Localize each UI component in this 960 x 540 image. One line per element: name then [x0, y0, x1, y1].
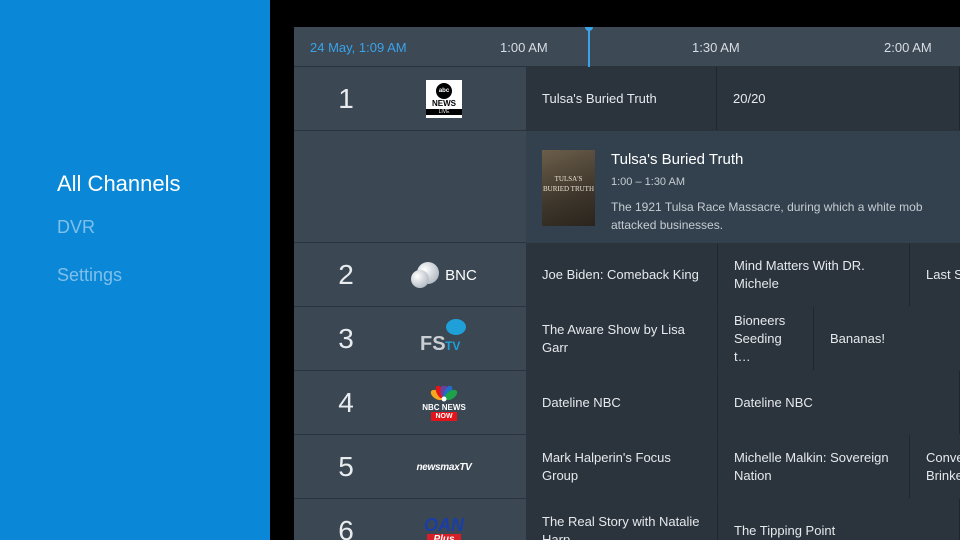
nbc-news-now-logo: NBC NEWS NOW	[416, 381, 472, 425]
program-cell[interactable]: The Real Story with Natalie Harp	[526, 499, 718, 540]
detail-description: The 1921 Tulsa Race Massacre, during whi…	[611, 200, 923, 232]
program-cell[interactable]: Mind Matters With DR. Michele	[718, 243, 910, 306]
current-date-time: 24 May, 1:09 AM	[310, 40, 407, 55]
program-detail-row: TULSA'S BURIED TRUTH Tulsa's Buried Trut…	[294, 131, 960, 243]
program-title: The Aware Show by Lisa Garr	[542, 321, 685, 355]
program-list: Dateline NBC Dateline NBC	[526, 371, 960, 434]
program-detail[interactable]: TULSA'S BURIED TRUTH Tulsa's Buried Trut…	[526, 131, 960, 243]
program-cell[interactable]: Dateline NBC	[718, 371, 960, 434]
time-slot-label: 1:30 AM	[692, 40, 740, 55]
program-cell[interactable]: Bananas!	[814, 307, 960, 370]
channel-row: 2 BNC Joe Biden: Comeback King Mind Matt…	[294, 243, 960, 307]
channel-number: 5	[338, 451, 354, 482]
program-title: The Real Story with Natalie Harp	[542, 513, 700, 540]
program-cell[interactable]: Joe Biden: Comeback King	[526, 243, 718, 306]
program-cell[interactable]: Michelle Malkin: Sovereign Nation	[718, 435, 910, 498]
channel-number: 6	[338, 515, 354, 540]
current-time-indicator	[588, 27, 590, 67]
program-cell[interactable]: Dateline NBC	[526, 371, 718, 434]
channel-row: 1 abc NEWS LIVE Tulsa's Buried Truth 20/…	[294, 67, 960, 131]
channel-row: 3 FS TV The Aware Show by Lisa Garr Bion…	[294, 307, 960, 371]
program-title: Last S	[926, 266, 960, 282]
program-cell[interactable]: The Tipping Point	[718, 499, 960, 540]
channel-info[interactable]: 1 abc NEWS LIVE	[294, 67, 526, 130]
current-time-dot	[585, 27, 593, 31]
program-cell[interactable]: 20/20	[717, 67, 960, 130]
program-list: Mark Halperin's Focus Group Michelle Mal…	[526, 435, 960, 498]
program-cell[interactable]: Bioneers Seeding t…	[718, 307, 814, 370]
program-title: Dateline NBC	[734, 394, 813, 410]
program-list: The Real Story with Natalie Harp The Tip…	[526, 499, 960, 540]
program-title: Mind Matters With DR. Michele	[734, 257, 865, 291]
fstv-logo: FS TV	[416, 317, 472, 361]
program-title: Dateline NBC	[542, 394, 621, 410]
channel-number: 4	[338, 387, 354, 418]
channel-info[interactable]: 6 OAN Plus	[294, 499, 526, 540]
thumbnail-caption: TULSA'S BURIED TRUTH	[542, 175, 594, 193]
detail-title: Tulsa's Buried Truth	[611, 151, 744, 168]
time-bar: 24 May, 1:09 AM 1:00 AM 1:30 AM 2:00 AM	[294, 27, 960, 67]
program-title: Tulsa's Buried Truth	[542, 90, 657, 106]
program-thumbnail: TULSA'S BURIED TRUTH	[542, 150, 595, 226]
channel-rows: 1 abc NEWS LIVE Tulsa's Buried Truth 20/…	[294, 67, 960, 540]
channel-row: 4 NBC NEWS NOW Dateline NBC Dateline NBC	[294, 371, 960, 435]
bnc-logo: BNC	[411, 253, 477, 297]
program-title: Bioneers Seeding t…	[734, 312, 786, 364]
channel-number: 3	[338, 323, 354, 354]
abc-news-live-logo: abc NEWS LIVE	[416, 77, 472, 121]
tv-guide-app: All Channels DVR Settings 24 May, 1:09 A…	[0, 0, 960, 540]
nav-dvr[interactable]: DVR	[57, 217, 95, 238]
detail-time: 1:00 – 1:30 AM	[611, 176, 685, 188]
program-cell[interactable]: Tulsa's Buried Truth	[526, 67, 717, 130]
nav-settings[interactable]: Settings	[57, 265, 122, 286]
program-title: 20/20	[733, 90, 766, 106]
program-list: Tulsa's Buried Truth 20/20	[526, 67, 960, 130]
channel-info[interactable]: 4 NBC NEWS NOW	[294, 371, 526, 434]
program-guide: 24 May, 1:09 AM 1:00 AM 1:30 AM 2:00 AM …	[294, 27, 960, 540]
sidebar: All Channels DVR Settings	[0, 0, 270, 540]
channel-number: 2	[338, 259, 354, 290]
time-slot-label: 2:00 AM	[884, 40, 932, 55]
channel-row: 6 OAN Plus The Real Story with Natalie H…	[294, 499, 960, 540]
program-title: Bananas!	[830, 330, 885, 346]
program-title: Mark Halperin's Focus Group	[542, 449, 671, 483]
channel-info[interactable]: 3 FS TV	[294, 307, 526, 370]
program-list: The Aware Show by Lisa Garr Bioneers See…	[526, 307, 960, 370]
program-cell[interactable]: Conve Brinke	[910, 435, 960, 498]
channel-info[interactable]: 5 newsmaxTV	[294, 435, 526, 498]
channel-number: 1	[338, 83, 354, 114]
time-slot-label: 1:00 AM	[500, 40, 548, 55]
program-title: Conve Brinke	[926, 449, 960, 483]
program-cell[interactable]: Mark Halperin's Focus Group	[526, 435, 718, 498]
newsmax-tv-logo: newsmaxTV	[416, 461, 472, 473]
channel-info[interactable]: 2 BNC	[294, 243, 526, 306]
program-title: Michelle Malkin: Sovereign Nation	[734, 449, 889, 483]
program-title: Joe Biden: Comeback King	[542, 266, 699, 282]
program-title: The Tipping Point	[734, 522, 836, 538]
channel-row: 5 newsmaxTV Mark Halperin's Focus Group …	[294, 435, 960, 499]
nav-all-channels[interactable]: All Channels	[57, 171, 181, 197]
nbc-peacock-icon	[430, 385, 458, 401]
oan-plus-logo: OAN Plus	[416, 509, 472, 540]
detail-spacer	[294, 131, 526, 242]
program-list: Joe Biden: Comeback King Mind Matters Wi…	[526, 243, 960, 306]
program-cell[interactable]: Last S	[910, 243, 960, 306]
program-cell[interactable]: The Aware Show by Lisa Garr	[526, 307, 718, 370]
